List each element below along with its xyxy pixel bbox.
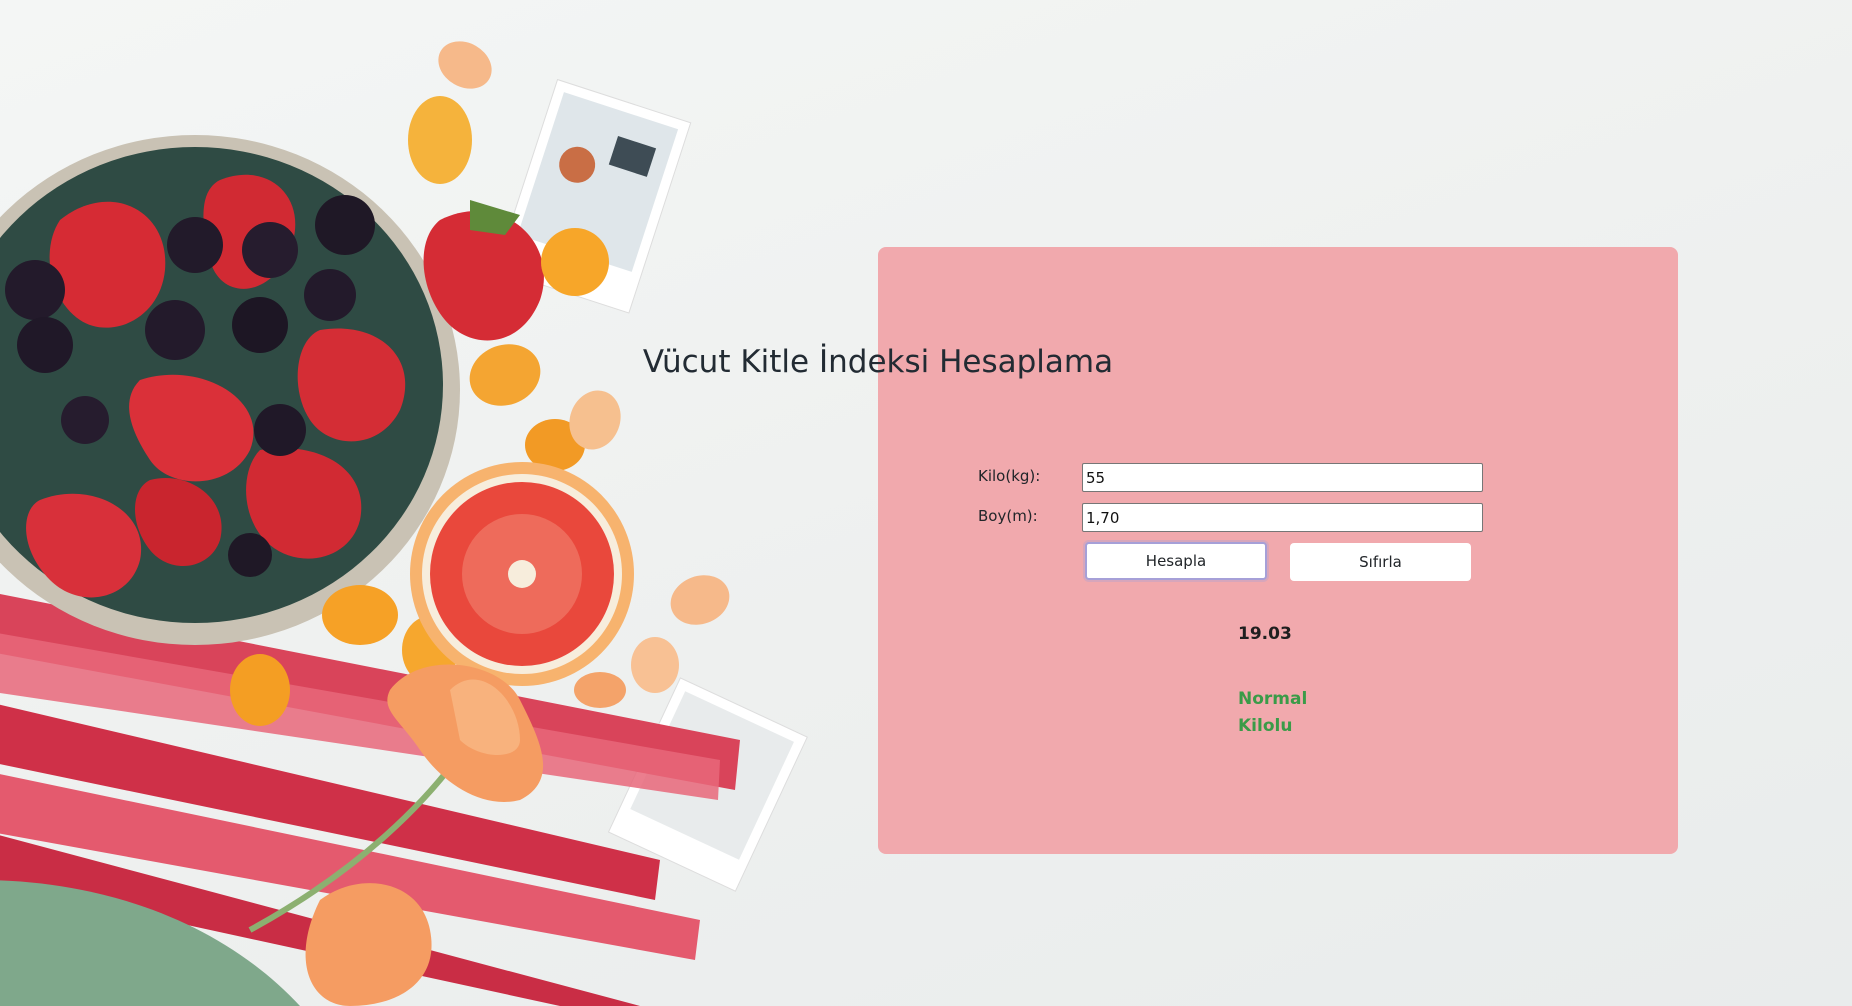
reset-button[interactable]: Sıfırla (1290, 543, 1471, 581)
apricot (408, 96, 472, 184)
calculate-button[interactable]: Hesapla (1085, 542, 1267, 580)
height-label: Boy(m): (978, 507, 1038, 525)
bmi-result-status: Normal Kilolu (1238, 689, 1308, 736)
fruit-bowl-image (0, 41, 808, 1006)
height-input[interactable] (1082, 503, 1483, 532)
weight-input[interactable] (1082, 463, 1483, 492)
bmi-result-value: 19.03 (1238, 624, 1292, 644)
weight-label: Kilo(kg): (978, 467, 1041, 485)
page-title: Vücut Kitle İndeksi Hesaplama (642, 344, 1114, 380)
berry-bowl (0, 135, 460, 645)
blood-orange (410, 462, 634, 686)
bmi-calculator-card (878, 247, 1678, 854)
